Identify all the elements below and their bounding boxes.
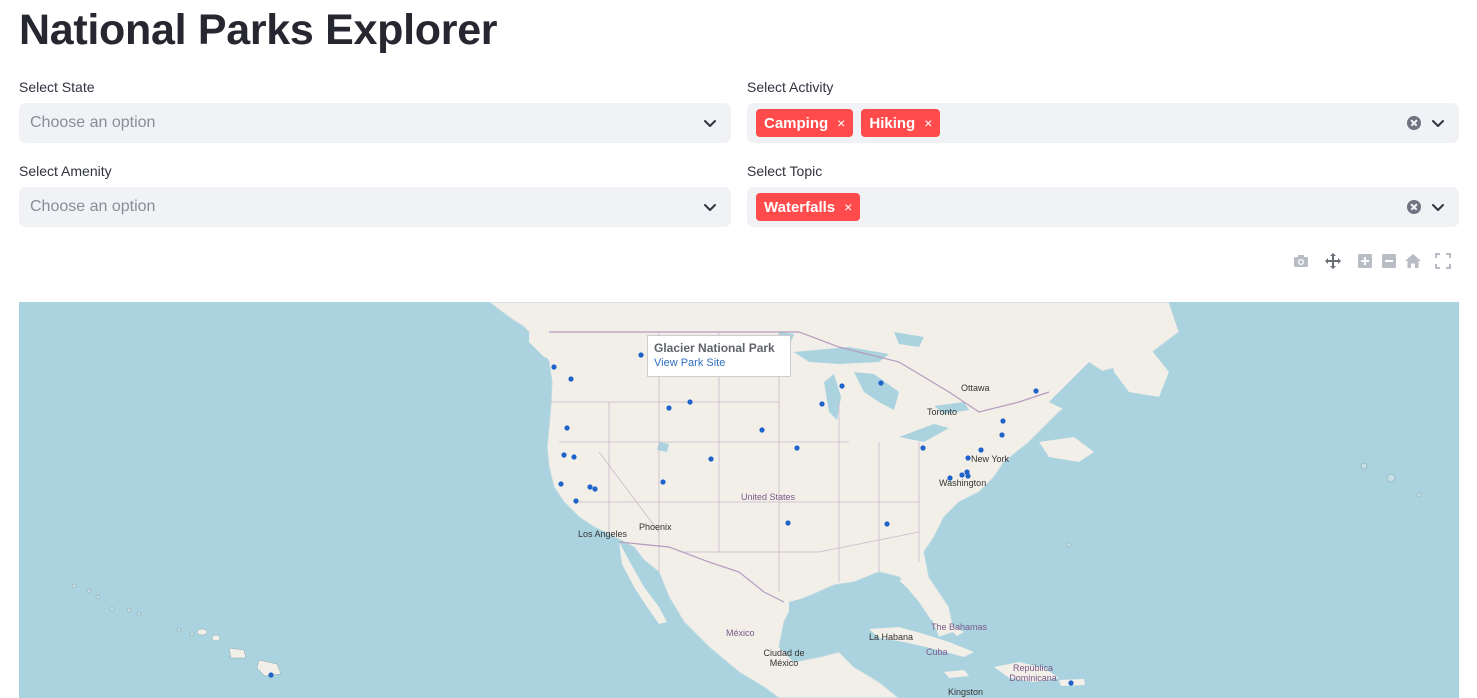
hawaii-island-1 <box>228 647 247 659</box>
activity-filter: Select Activity Camping × Hiking × <box>747 77 1459 143</box>
label-cuba: Cuba <box>926 647 948 657</box>
activity-filter-label: Select Activity <box>747 79 834 95</box>
label-republica-dominicana: República Dominicana <box>1009 663 1057 683</box>
label-kingston: Kingston <box>948 687 984 697</box>
camera-icon[interactable] <box>1292 252 1310 270</box>
label-the-bahamas: The Bahamas <box>931 622 988 632</box>
fullscreen-icon[interactable] <box>1434 252 1452 270</box>
park-tooltip: Glacier National Park View Park Site <box>647 335 791 377</box>
topic-tag-waterfalls: Waterfalls × <box>756 193 861 221</box>
hawaii-island-2 <box>256 659 282 677</box>
nova-scotia-land <box>1039 437 1094 462</box>
map-modebar <box>1290 252 1456 272</box>
parks-map[interactable]: Ottawa Toronto New York Washington Unite… <box>19 302 1459 698</box>
remove-tag-icon[interactable]: × <box>924 115 932 131</box>
chevron-down-icon[interactable] <box>701 114 719 132</box>
label-toronto: Toronto <box>927 407 958 417</box>
label-los-angeles: Los Angeles <box>578 529 628 539</box>
amenity-select-placeholder: Choose an option <box>30 198 156 215</box>
label-ottawa: Ottawa <box>961 383 990 393</box>
chevron-down-icon[interactable] <box>1429 114 1447 132</box>
label-united-states: United States <box>741 492 796 502</box>
label-new-york: New York <box>971 454 1010 464</box>
activity-tag-hiking: Hiking × <box>861 109 941 137</box>
label-ciudad-de-mexico: Ciudad de México <box>763 648 805 668</box>
clear-all-icon[interactable] <box>1407 116 1421 130</box>
view-park-site-link[interactable]: View Park Site <box>654 357 784 369</box>
amenity-filter: Select Amenity Choose an option <box>19 161 731 227</box>
label-washington: Washington <box>939 478 987 488</box>
zoom-out-icon[interactable] <box>1380 252 1398 270</box>
pan-icon[interactable] <box>1324 252 1342 270</box>
activity-select[interactable]: Camping × Hiking × <box>747 103 1459 143</box>
state-filter-label: Select State <box>19 79 95 95</box>
state-select-placeholder: Choose an option <box>30 114 156 131</box>
zoom-in-icon[interactable] <box>1356 252 1374 270</box>
amenity-select[interactable]: Choose an option <box>19 187 731 227</box>
hawaii-island-4 <box>211 634 221 642</box>
clear-all-icon[interactable] <box>1407 200 1421 214</box>
topic-filter-label: Select Topic <box>747 163 823 179</box>
amenity-filter-label: Select Amenity <box>19 163 112 179</box>
tooltip-park-name: Glacier National Park <box>654 341 775 355</box>
topic-select[interactable]: Waterfalls × <box>747 187 1459 227</box>
topic-filter: Select Topic Waterfalls × <box>747 161 1459 227</box>
state-filter: Select State Choose an option <box>19 77 731 143</box>
tag-label: Waterfalls <box>764 198 836 216</box>
label-mexico: México <box>726 628 755 638</box>
chevron-down-icon[interactable] <box>701 198 719 216</box>
remove-tag-icon[interactable]: × <box>844 199 852 215</box>
remove-tag-icon[interactable]: × <box>837 115 845 131</box>
tag-label: Hiking <box>869 114 916 132</box>
jamaica-land <box>944 670 969 678</box>
newfoundland-land <box>1109 342 1169 397</box>
home-icon[interactable] <box>1404 252 1422 270</box>
label-phoenix: Phoenix <box>639 522 672 532</box>
state-select[interactable]: Choose an option <box>19 103 731 143</box>
activity-tag-camping: Camping × <box>756 109 854 137</box>
label-la-habana: La Habana <box>869 632 914 642</box>
chevron-down-icon[interactable] <box>1429 198 1447 216</box>
hawaii-island-3 <box>196 628 208 636</box>
tag-label: Camping <box>764 114 829 132</box>
page-title: National Parks Explorer <box>19 6 498 54</box>
